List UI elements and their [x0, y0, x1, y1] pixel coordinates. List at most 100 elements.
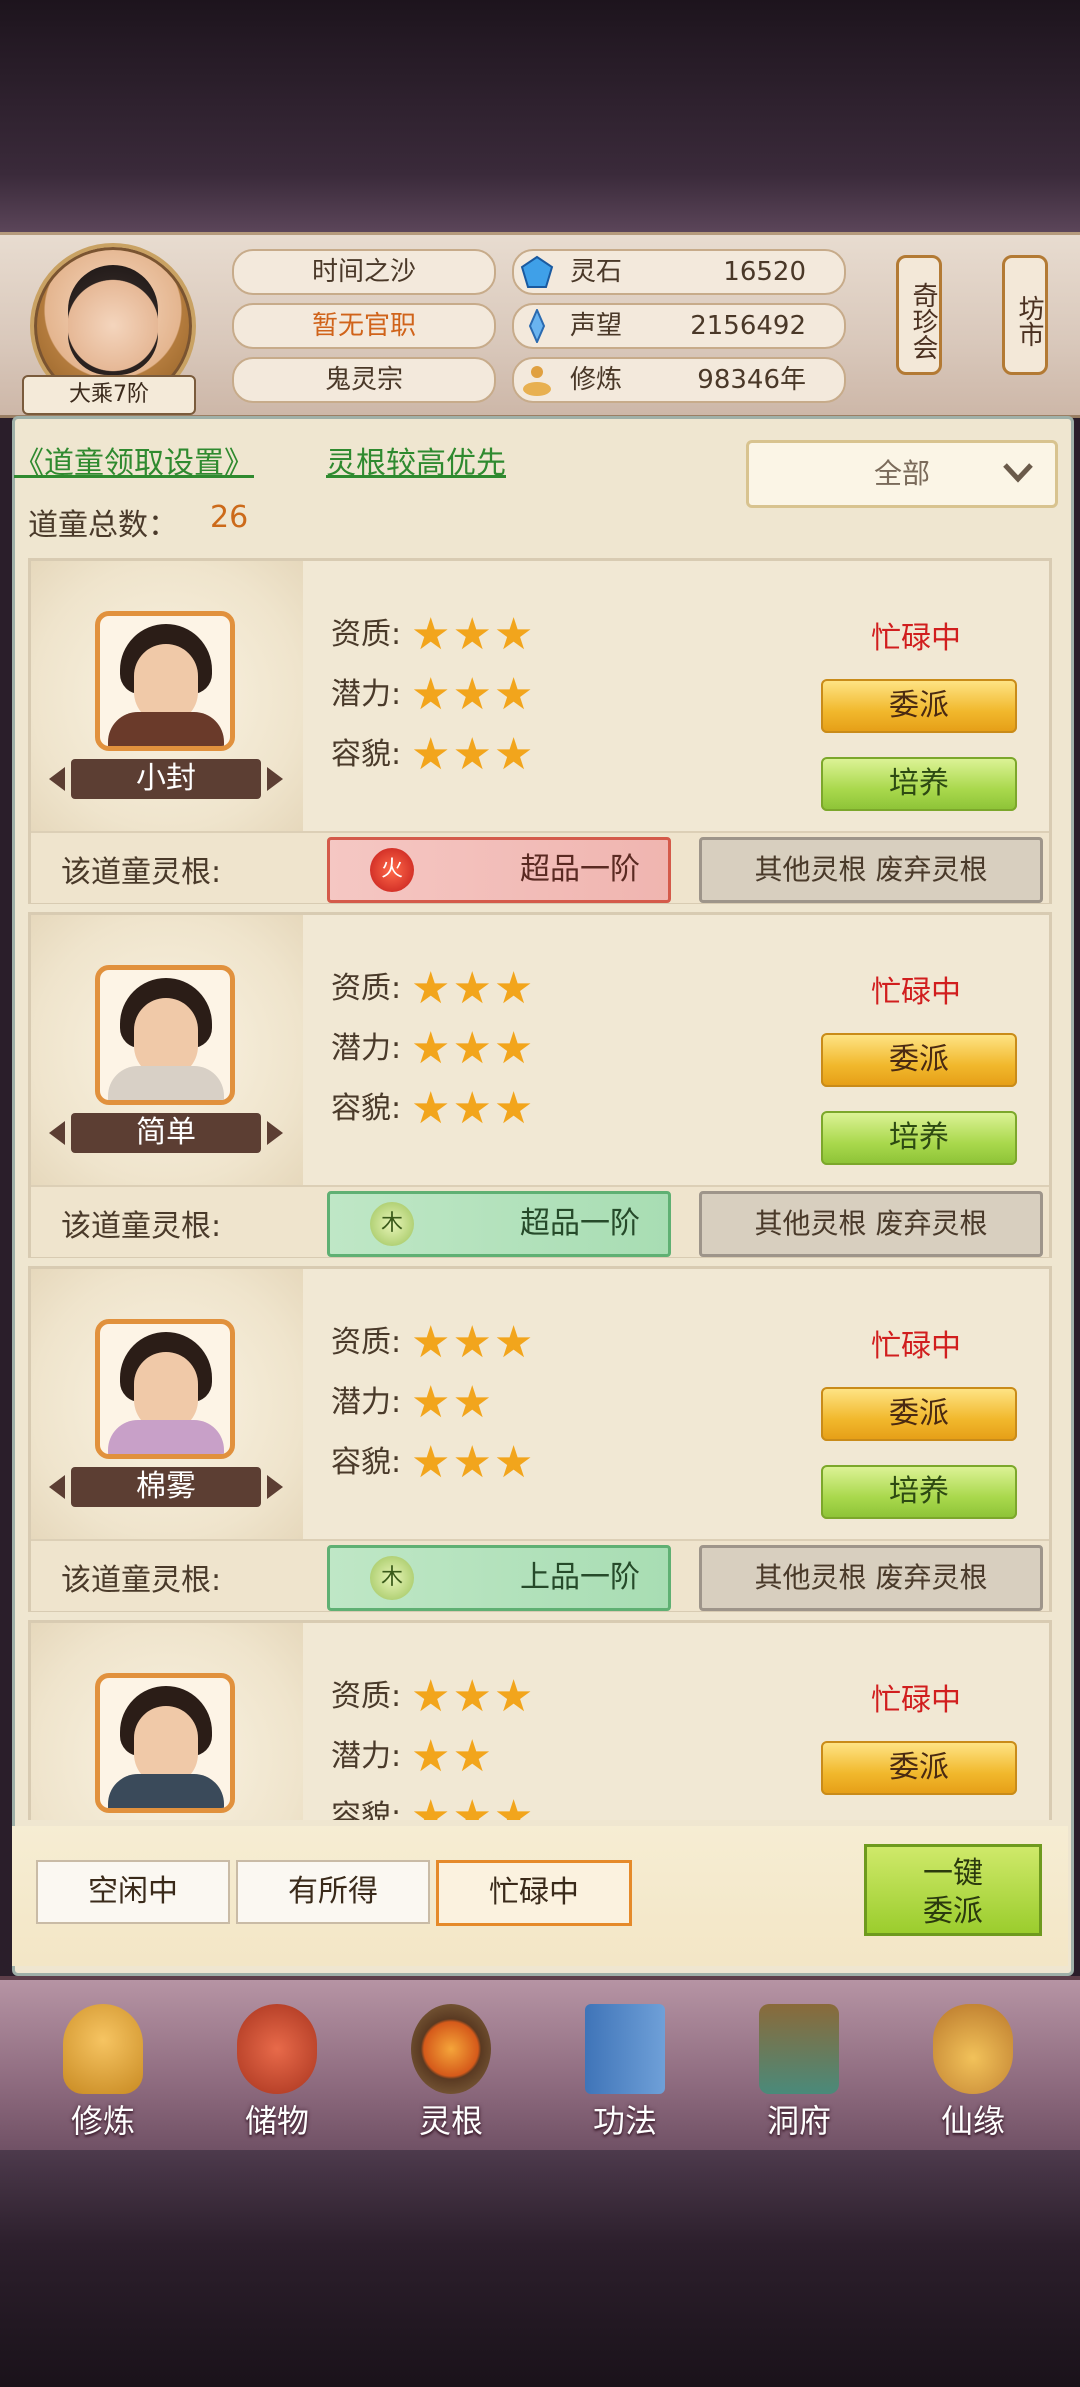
star-icon: ★	[411, 1023, 453, 1074]
count-label: 道童总数：	[28, 508, 178, 543]
disciple-portrait[interactable]	[95, 1673, 235, 1813]
bag-icon	[237, 2004, 317, 2094]
disciple-list[interactable]: 小封 资质: ★★★ 潜力: ★★★ 容貌: ★★★ 忙碌中 委派 培养 该道童…	[28, 558, 1052, 1820]
star-icon: ★	[452, 669, 494, 720]
aptitude-stars: ★★★	[411, 613, 535, 657]
nav-techniques[interactable]: 功法	[550, 2000, 700, 2150]
wood-element-icon: 木	[370, 1556, 414, 1600]
fire-element-icon: 火	[370, 848, 414, 892]
root-label: 该道童灵根:	[61, 1563, 222, 1598]
train-button[interactable]: 培养	[821, 1465, 1017, 1519]
aptitude-stars: ★★★	[411, 1321, 535, 1365]
bottom-background	[0, 2150, 1080, 2387]
star-icon: ★	[411, 609, 453, 660]
star-icon: ★	[452, 1731, 494, 1782]
count-value: 26	[210, 500, 249, 535]
attr-label: 资质:	[331, 617, 402, 652]
star-icon: ★	[411, 669, 453, 720]
tab-idle[interactable]: 空闲中	[36, 1860, 230, 1924]
root-row: 该道童灵根: 火 超品一阶 其他灵根 废弃灵根	[31, 831, 1049, 903]
market-button[interactable]: 坊市	[1002, 255, 1048, 375]
train-button[interactable]: 培养	[821, 757, 1017, 811]
spirit-stone-display: 灵石 16520	[512, 249, 846, 295]
spirit-root-icon	[411, 2004, 491, 2094]
avatar-face	[68, 265, 158, 375]
train-button[interactable]: 培养	[821, 1111, 1017, 1165]
potential-stars: ★★★	[411, 673, 535, 717]
root-grade: 超品一阶	[520, 1206, 640, 1241]
portrait-area: 简单	[31, 915, 303, 1185]
assign-button[interactable]: 委派	[821, 1741, 1017, 1795]
root-grade: 超品一阶	[520, 852, 640, 887]
assign-button[interactable]: 委派	[821, 1033, 1017, 1087]
disciple-portrait[interactable]	[95, 1319, 235, 1459]
assign-button[interactable]: 委派	[821, 1387, 1017, 1441]
star-icon: ★	[452, 1023, 494, 1074]
meditation-icon	[63, 2004, 143, 2094]
star-icon: ★	[493, 1671, 536, 1722]
status-text: 忙碌中	[871, 1683, 961, 1718]
nav-cave[interactable]: 洞府	[724, 2000, 874, 2150]
other-roots-button[interactable]: 其他灵根 废弃灵根	[699, 1191, 1043, 1257]
appearance-stars: ★★★	[411, 1087, 535, 1131]
star-icon: ★	[411, 1083, 453, 1134]
spirit-stone-icon	[520, 255, 554, 289]
disciple-name: 棉雾	[49, 1467, 283, 1507]
appearance-stars: ★★★	[411, 1441, 535, 1485]
status-text: 忙碌中	[871, 621, 961, 656]
cultivation-icon	[520, 363, 554, 397]
disciple-card: 简单 资质: ★★★ 潜力: ★★★ 容貌: ★★★ 忙碌中 委派 培养 该道童…	[28, 912, 1052, 1258]
other-roots-button[interactable]: 其他灵根 废弃灵根	[699, 837, 1043, 903]
root-grade: 上品一阶	[520, 1560, 640, 1595]
nav-cultivation[interactable]: 修炼	[28, 2000, 178, 2150]
star-icon: ★	[493, 729, 536, 780]
star-icon: ★	[411, 1437, 453, 1488]
settings-link[interactable]: 《道童领取设置》	[14, 438, 254, 482]
star-icon: ★	[411, 1671, 453, 1722]
star-icon: ★	[411, 1731, 453, 1782]
one-key-assign-button[interactable]: 一键 委派	[864, 1844, 1042, 1936]
attr-label: 潜力:	[331, 677, 402, 712]
attr-label: 容貌:	[331, 1445, 402, 1480]
appearance-stars: ★★★	[411, 1795, 535, 1821]
aptitude-stars: ★★★	[411, 967, 535, 1011]
disciple-card: 资质: ★★★ 潜力: ★★ 容貌: ★★★ 忙碌中 委派	[28, 1620, 1052, 1820]
root-box: 火 超品一阶	[327, 837, 671, 903]
nav-storage[interactable]: 储物	[202, 2000, 352, 2150]
other-roots-button[interactable]: 其他灵根 废弃灵根	[699, 1545, 1043, 1611]
disciple-name: 简单	[49, 1113, 283, 1153]
star-icon: ★	[493, 963, 536, 1014]
star-icon: ★	[411, 1317, 453, 1368]
bottom-nav: 修炼 储物 灵根 功法 洞府 仙缘	[0, 1976, 1080, 2156]
disciple-portrait[interactable]	[95, 965, 235, 1105]
star-icon: ★	[452, 609, 494, 660]
star-icon: ★	[452, 1083, 494, 1134]
rank-tag: 大乘7阶	[22, 375, 196, 415]
star-icon: ★	[411, 1377, 453, 1428]
player-header: 大乘7阶 时间之沙 暂无官职 鬼灵宗 灵石 16520 声望 2156492 修…	[0, 232, 1080, 418]
palace-icon	[759, 2004, 839, 2094]
chevron-down-icon	[1001, 443, 1035, 527]
attr-label: 容貌:	[331, 1091, 402, 1126]
filter-value: 全部	[873, 457, 930, 490]
star-icon: ★	[452, 1437, 494, 1488]
filter-dropdown[interactable]: 全部	[746, 440, 1058, 508]
tab-busy[interactable]: 忙碌中	[436, 1860, 632, 1926]
sect-name: 鬼灵宗	[232, 357, 496, 403]
disciple-name: 小封	[49, 759, 283, 799]
status-text: 忙碌中	[871, 975, 961, 1010]
star-icon: ★	[411, 729, 453, 780]
top-background	[0, 0, 1080, 232]
star-icon: ★	[452, 1377, 494, 1428]
tab-gained[interactable]: 有所得	[236, 1860, 430, 1924]
priority-link[interactable]: 灵根较高优先	[326, 438, 506, 482]
portrait-area: 小封	[31, 561, 303, 831]
disciple-portrait[interactable]	[95, 611, 235, 751]
star-icon: ★	[452, 1671, 494, 1722]
nav-spirit-root[interactable]: 灵根	[376, 2000, 526, 2150]
star-icon: ★	[411, 963, 453, 1014]
star-icon: ★	[452, 729, 494, 780]
treasure-auction-button[interactable]: 奇珍会	[896, 255, 942, 375]
nav-fate[interactable]: 仙缘	[898, 2000, 1048, 2150]
assign-button[interactable]: 委派	[821, 679, 1017, 733]
